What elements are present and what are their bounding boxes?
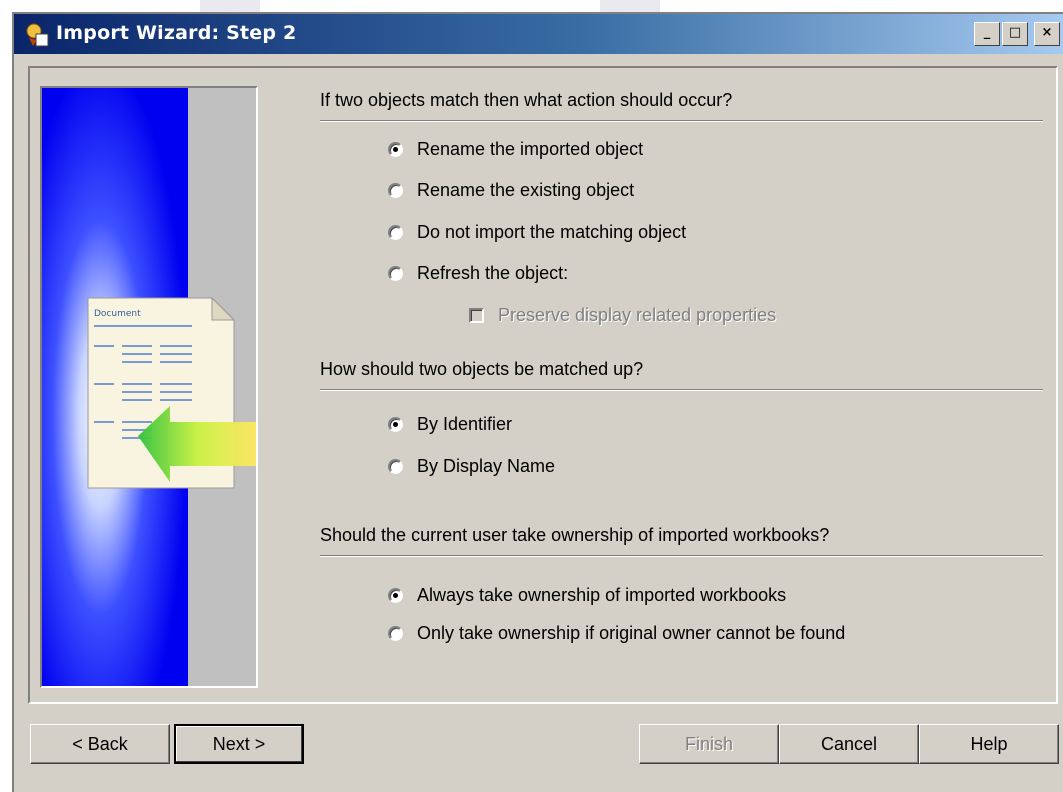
- radio-refresh-object[interactable]: Refresh the object:: [388, 260, 568, 286]
- radio-rename-existing[interactable]: Rename the existing object: [388, 177, 634, 203]
- cancel-button[interactable]: Cancel: [779, 724, 919, 764]
- radio-only-if-owner-missing[interactable]: Only take ownership if original owner ca…: [388, 620, 845, 646]
- radio-button[interactable]: [388, 224, 403, 240]
- section-divider: [320, 555, 1043, 557]
- minimize-icon: _: [983, 25, 991, 40]
- finish-button[interactable]: Finish: [639, 724, 779, 764]
- radio-button[interactable]: [388, 625, 403, 641]
- close-button[interactable]: ×: [1034, 22, 1060, 46]
- import-wizard-window: Import Wizard: Step 2 _ □ × Document If …: [12, 12, 1063, 792]
- radio-label: By Identifier: [417, 413, 513, 434]
- radio-label: Do not import the matching object: [417, 221, 687, 242]
- radio-do-not-import[interactable]: Do not import the matching object: [388, 219, 686, 245]
- wizard-side-image: Document: [40, 86, 258, 688]
- maximize-button[interactable]: □: [1002, 22, 1028, 46]
- radio-button-selected[interactable]: [388, 416, 403, 432]
- radio-label: Always take ownership of imported workbo…: [417, 584, 787, 605]
- back-button[interactable]: < Back: [30, 724, 170, 764]
- radio-rename-imported[interactable]: Rename the imported object: [388, 136, 643, 162]
- radio-label: Rename the imported object: [417, 138, 644, 159]
- section-divider: [320, 120, 1043, 122]
- minimize-button[interactable]: _: [974, 22, 1000, 46]
- checkbox-label: Preserve display related properties: [498, 304, 777, 325]
- radio-button-selected[interactable]: [388, 141, 403, 157]
- section-divider: [320, 389, 1043, 391]
- match-by-question: How should two objects be matched up?: [320, 359, 644, 379]
- title-bar[interactable]: Import Wizard: Step 2 _ □ ×: [14, 14, 1063, 54]
- help-button[interactable]: Help: [919, 724, 1059, 764]
- radio-by-identifier[interactable]: By Identifier: [388, 411, 512, 437]
- ownership-question: Should the current user take ownership o…: [320, 525, 830, 545]
- radio-label: Rename the existing object: [417, 179, 635, 200]
- radio-button[interactable]: [388, 182, 403, 198]
- radio-by-display-name[interactable]: By Display Name: [388, 453, 555, 479]
- radio-button[interactable]: [388, 458, 403, 474]
- radio-always-take-ownership[interactable]: Always take ownership of imported workbo…: [388, 582, 786, 608]
- next-button[interactable]: Next >: [174, 724, 304, 764]
- radio-button-selected[interactable]: [388, 587, 403, 603]
- checkbox[interactable]: [469, 307, 484, 323]
- import-wizard-app-icon: [26, 23, 49, 47]
- document-heading: Document: [94, 309, 141, 319]
- radio-label: Only take ownership if original owner ca…: [417, 622, 846, 643]
- window-title: Import Wizard: Step 2: [56, 22, 297, 44]
- close-icon: ×: [1041, 25, 1053, 40]
- radio-label: By Display Name: [417, 455, 556, 476]
- radio-button[interactable]: [388, 265, 403, 281]
- maximize-icon: □: [1008, 25, 1022, 40]
- checkbox-preserve-display[interactable]: Preserve display related properties: [469, 302, 776, 328]
- radio-label: Refresh the object:: [417, 262, 569, 283]
- match-action-question: If two objects match then what action sh…: [320, 90, 733, 110]
- import-document-illustration: Document: [42, 88, 256, 686]
